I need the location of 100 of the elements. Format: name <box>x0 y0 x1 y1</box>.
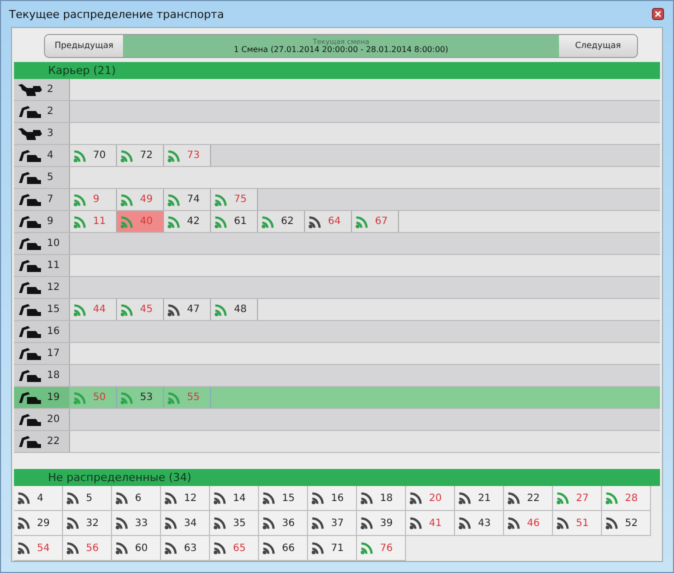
truck-cell[interactable]: 16 <box>308 486 357 511</box>
truck-number: 33 <box>135 518 148 528</box>
previous-button[interactable]: Предыдущая <box>45 35 123 57</box>
excavator-icon <box>18 104 42 118</box>
truck-number: 71 <box>331 542 344 554</box>
excavator-icon <box>18 258 42 272</box>
truck-cell[interactable]: 41 <box>406 511 455 536</box>
truck-cell[interactable]: 9 <box>70 189 117 210</box>
next-button[interactable]: Следущая <box>559 35 637 57</box>
excavator-row[interactable]: 11 <box>14 255 660 277</box>
truck-cell[interactable]: 27 <box>553 486 602 511</box>
truck-number: 52 <box>625 518 638 528</box>
excavator-icon <box>18 214 42 228</box>
truck-cell[interactable]: 5 <box>63 486 112 511</box>
excavator-row[interactable]: 7 9 49 74 75 <box>14 189 660 211</box>
truck-cell[interactable]: 18 <box>357 486 406 511</box>
excavator-number: 15 <box>47 304 60 315</box>
machine-icon <box>18 82 42 96</box>
truck-number: 16 <box>331 492 344 504</box>
truck-number: 72 <box>140 150 153 161</box>
truck-cell[interactable]: 39 <box>357 511 406 536</box>
truck-number: 49 <box>140 194 153 205</box>
excavator-number: 12 <box>47 282 60 293</box>
excavator-row[interactable]: 10 <box>14 233 660 255</box>
excavator-row[interactable]: 9 11 40 42 61 62 64 67 <box>14 211 660 233</box>
truck-number: 29 <box>37 518 50 528</box>
excavator-row[interactable]: 5 <box>14 167 660 189</box>
truck-cell[interactable]: 53 <box>117 387 164 408</box>
excavator-number: 10 <box>47 238 60 249</box>
truck-number: 27 <box>576 492 589 504</box>
excavator-number: 22 <box>47 436 60 447</box>
truck-cell[interactable]: 43 <box>455 511 504 536</box>
truck-cell[interactable]: 75 <box>211 189 258 210</box>
truck-cell[interactable]: 12 <box>161 486 210 511</box>
truck-cell[interactable]: 14 <box>210 486 259 511</box>
truck-cell[interactable]: 33 <box>112 511 161 536</box>
close-icon[interactable] <box>652 8 664 20</box>
excavator-number: 20 <box>47 414 60 425</box>
truck-cell[interactable]: 49 <box>117 189 164 210</box>
truck-cell[interactable]: 76 <box>357 536 406 561</box>
excavator-number: 5 <box>47 172 54 183</box>
truck-cell[interactable]: 28 <box>602 486 651 511</box>
truck-cell[interactable]: 63 <box>161 536 210 561</box>
excavator-number: 4 <box>47 150 54 161</box>
truck-cell[interactable]: 65 <box>210 536 259 561</box>
truck-cell[interactable]: 71 <box>308 536 357 561</box>
truck-number: 6 <box>135 492 142 504</box>
truck-cell[interactable]: 74 <box>164 189 211 210</box>
window-title: Текущее распределение транспорта <box>9 8 224 20</box>
excavator-icon <box>18 368 42 382</box>
truck-cell[interactable]: 72 <box>117 145 164 166</box>
excavator-row[interactable]: 17 <box>14 343 660 365</box>
excavator-row[interactable]: 22 <box>14 431 660 453</box>
excavator-row[interactable]: 20 <box>14 409 660 431</box>
truck-cell[interactable]: 22 <box>504 486 553 511</box>
truck-cell[interactable]: 34 <box>161 511 210 536</box>
truck-number: 42 <box>187 216 200 227</box>
truck-cell[interactable]: 37 <box>308 511 357 536</box>
truck-cell[interactable]: 21 <box>455 486 504 511</box>
excavator-row[interactable]: 12 <box>14 277 660 299</box>
truck-number: 32 <box>86 518 99 528</box>
truck-number: 35 <box>233 518 246 528</box>
truck-number: 40 <box>140 216 153 227</box>
excavator-row[interactable]: 19 50 53 55 <box>14 387 660 409</box>
truck-cell[interactable]: 54 <box>14 536 63 561</box>
truck-cell[interactable]: 15 <box>259 486 308 511</box>
truck-cell[interactable]: 32 <box>63 511 112 536</box>
truck-cell[interactable]: 20 <box>406 486 455 511</box>
truck-cell[interactable]: 73 <box>164 145 211 166</box>
excavator-row[interactable]: 16 <box>14 321 660 343</box>
truck-cell[interactable]: 4 <box>14 486 63 511</box>
truck-cell[interactable]: 70 <box>70 145 117 166</box>
excavator-row[interactable]: 4 70 72 73 <box>14 145 660 167</box>
truck-number: 18 <box>380 492 393 504</box>
truck-cell[interactable]: 60 <box>112 536 161 561</box>
truck-cell[interactable]: 35 <box>210 511 259 536</box>
excavator-row[interactable]: 15 44 45 47 48 <box>14 299 660 321</box>
truck-number: 43 <box>478 518 491 528</box>
truck-number: 9 <box>93 194 100 205</box>
truck-cell[interactable]: 6 <box>112 486 161 511</box>
excavator-number: 18 <box>47 370 60 381</box>
excavator-row[interactable]: 2 <box>14 79 660 101</box>
excavator-icon <box>18 148 42 162</box>
truck-cell[interactable]: 51 <box>553 511 602 536</box>
excavator-row[interactable]: 2 <box>14 101 660 123</box>
truck-number: 22 <box>527 492 540 504</box>
truck-cell[interactable]: 56 <box>63 536 112 561</box>
excavator-icon <box>18 324 42 338</box>
truck-cell[interactable]: 66 <box>259 536 308 561</box>
truck-number: 20 <box>429 492 442 504</box>
truck-cell[interactable]: 36 <box>259 511 308 536</box>
excavator-icon <box>18 346 42 360</box>
truck-cell[interactable]: 46 <box>504 511 553 536</box>
truck-cell[interactable]: 29 <box>14 511 63 536</box>
truck-number: 44 <box>93 304 106 315</box>
excavator-row[interactable]: 3 <box>14 123 660 145</box>
excavator-number: 2 <box>47 84 54 95</box>
excavator-icon <box>18 170 42 184</box>
excavator-row[interactable]: 18 <box>14 365 660 387</box>
truck-cell[interactable]: 52 <box>602 511 651 536</box>
